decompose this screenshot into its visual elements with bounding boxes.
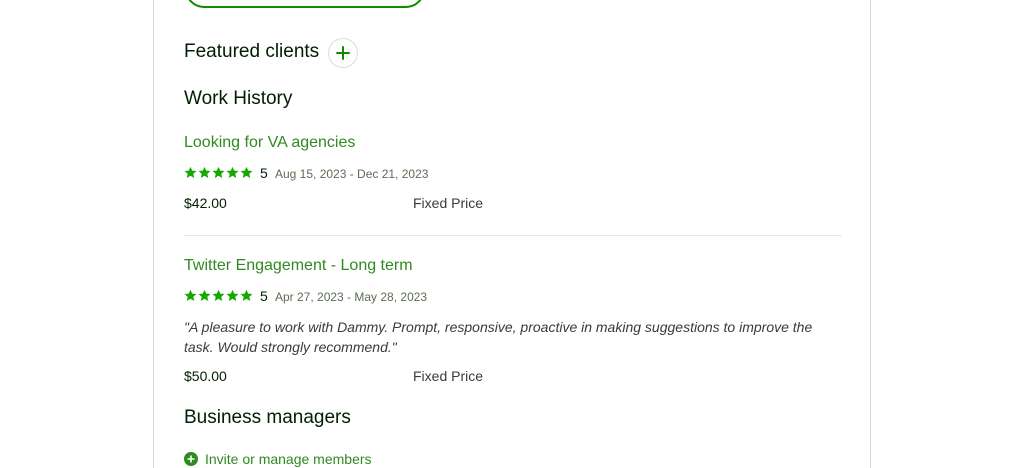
invite-members-link[interactable]: Invite or manage members	[184, 451, 372, 467]
business-managers-title: Business managers	[184, 407, 351, 428]
star-icon	[226, 289, 239, 302]
profile-panel	[153, 0, 871, 468]
star-rating	[184, 166, 253, 179]
featured-clients-title: Featured clients	[184, 41, 320, 62]
star-rating	[184, 289, 253, 302]
job-amount: $50.00	[184, 368, 227, 384]
add-circle-icon	[184, 452, 198, 466]
plus-icon	[336, 46, 350, 60]
star-icon	[212, 166, 225, 179]
rating-value: 5	[260, 288, 268, 304]
job-dates: Aug 15, 2023 - Dec 21, 2023	[275, 167, 429, 181]
job-price-type: Fixed Price	[413, 368, 484, 384]
star-icon	[198, 166, 211, 179]
job-price-type: Fixed Price	[413, 195, 484, 211]
client-feedback: "A pleasure to work with Dammy. Prompt, …	[184, 319, 813, 355]
star-icon	[212, 289, 225, 302]
star-icon	[198, 289, 211, 302]
star-icon	[240, 166, 253, 179]
job-title-link[interactable]: Looking for VA agencies	[184, 134, 355, 152]
top-action-button[interactable]	[185, 0, 425, 8]
job-title-link[interactable]: Twitter Engagement - Long term	[184, 257, 413, 275]
add-featured-client-button[interactable]	[328, 38, 358, 68]
job-divider	[184, 235, 842, 236]
invite-members-label: Invite or manage members	[205, 451, 372, 467]
star-icon	[240, 289, 253, 302]
rating-value: 5	[260, 165, 268, 181]
star-icon	[226, 166, 239, 179]
work-history-title: Work History	[184, 88, 293, 109]
star-icon	[184, 289, 197, 302]
job-dates: Apr 27, 2023 - May 28, 2023	[275, 290, 428, 304]
job-amount: $42.00	[184, 195, 227, 211]
star-icon	[184, 166, 197, 179]
